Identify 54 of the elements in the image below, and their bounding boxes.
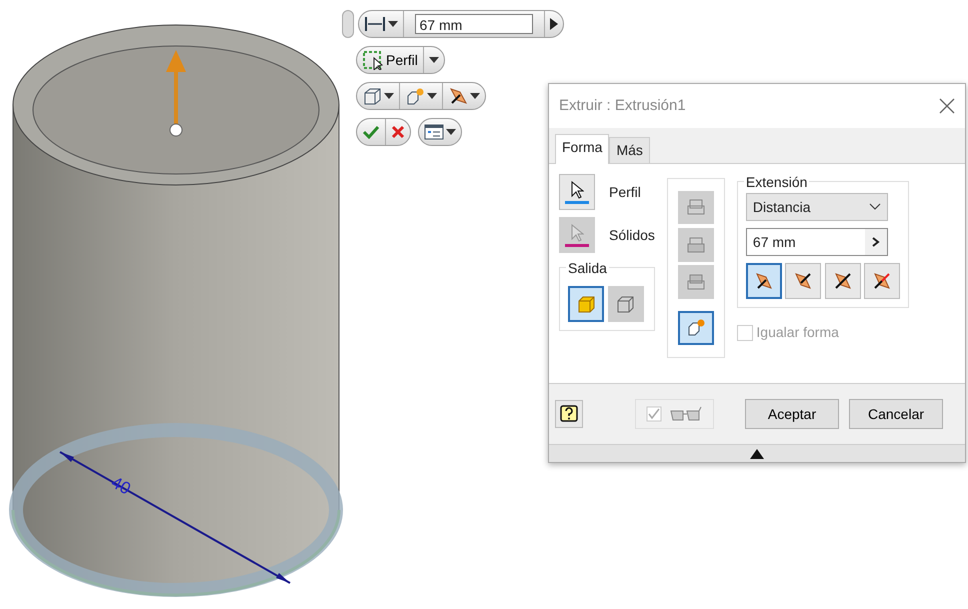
chevron-icon — [868, 203, 881, 211]
caret-icon — [384, 93, 394, 99]
plane-icon — [793, 271, 814, 291]
expand-icon — [750, 448, 764, 458]
check-icon — [362, 125, 380, 139]
caret-icon — [446, 129, 456, 135]
plane-icon — [872, 271, 892, 291]
boolean-icon — [686, 272, 706, 292]
profile-button[interactable]: Perfil — [357, 47, 424, 73]
selector-button[interactable] — [559, 174, 595, 210]
plane-icon — [448, 87, 468, 105]
tab[interactable]: Más — [609, 137, 650, 163]
boolean-icon — [686, 234, 706, 255]
close-icon — [939, 98, 955, 114]
chevron-icon — [872, 237, 880, 247]
dimension-icon — [364, 16, 386, 32]
help-button[interactable] — [555, 400, 583, 428]
new-solid-icon — [686, 318, 706, 338]
surface-cube-icon — [615, 294, 636, 314]
list-icon — [424, 124, 444, 140]
selector-label: Perfil — [609, 182, 641, 202]
play-icon — [550, 18, 558, 30]
distance-field[interactable]: 67 mm — [414, 14, 532, 34]
direction-arrow[interactable] — [166, 50, 186, 136]
caret-icon — [427, 93, 437, 99]
preview-toggle[interactable] — [635, 399, 714, 429]
output-option[interactable] — [568, 286, 604, 322]
dialog-button[interactable]: Aceptar — [745, 399, 839, 429]
plane-icon — [832, 271, 853, 291]
solid-cube-icon — [576, 294, 596, 314]
distance-field[interactable]: 67 mm — [746, 228, 888, 256]
method-dropdown[interactable]: Distancia — [746, 193, 888, 221]
cursor-icon — [362, 50, 384, 70]
cursor-icon — [570, 180, 584, 198]
dialog-title: Extruir : Extrusión1 — [559, 96, 686, 116]
checkbox[interactable] — [736, 324, 753, 340]
close-button[interactable] — [939, 98, 955, 114]
close-icon — [391, 125, 405, 139]
checkbox-icon — [646, 406, 662, 422]
selector-label: Sólidos — [609, 226, 655, 244]
operation-button[interactable] — [678, 310, 714, 344]
glasses-icon — [669, 406, 703, 422]
caret-icon — [470, 93, 480, 99]
toolbar-grip[interactable] — [342, 10, 354, 38]
caret-icon — [428, 57, 439, 63]
checkbox-label: Igualar forma — [756, 323, 839, 342]
plane-icon — [754, 271, 774, 291]
dialog-button[interactable]: Cancelar — [849, 399, 943, 429]
cursor-icon — [570, 224, 584, 242]
help-icon — [560, 405, 578, 423]
boolean-icon — [686, 197, 706, 218]
tab[interactable]: Forma — [555, 134, 610, 164]
direction-button[interactable] — [824, 263, 861, 299]
caret-icon — [388, 21, 398, 27]
